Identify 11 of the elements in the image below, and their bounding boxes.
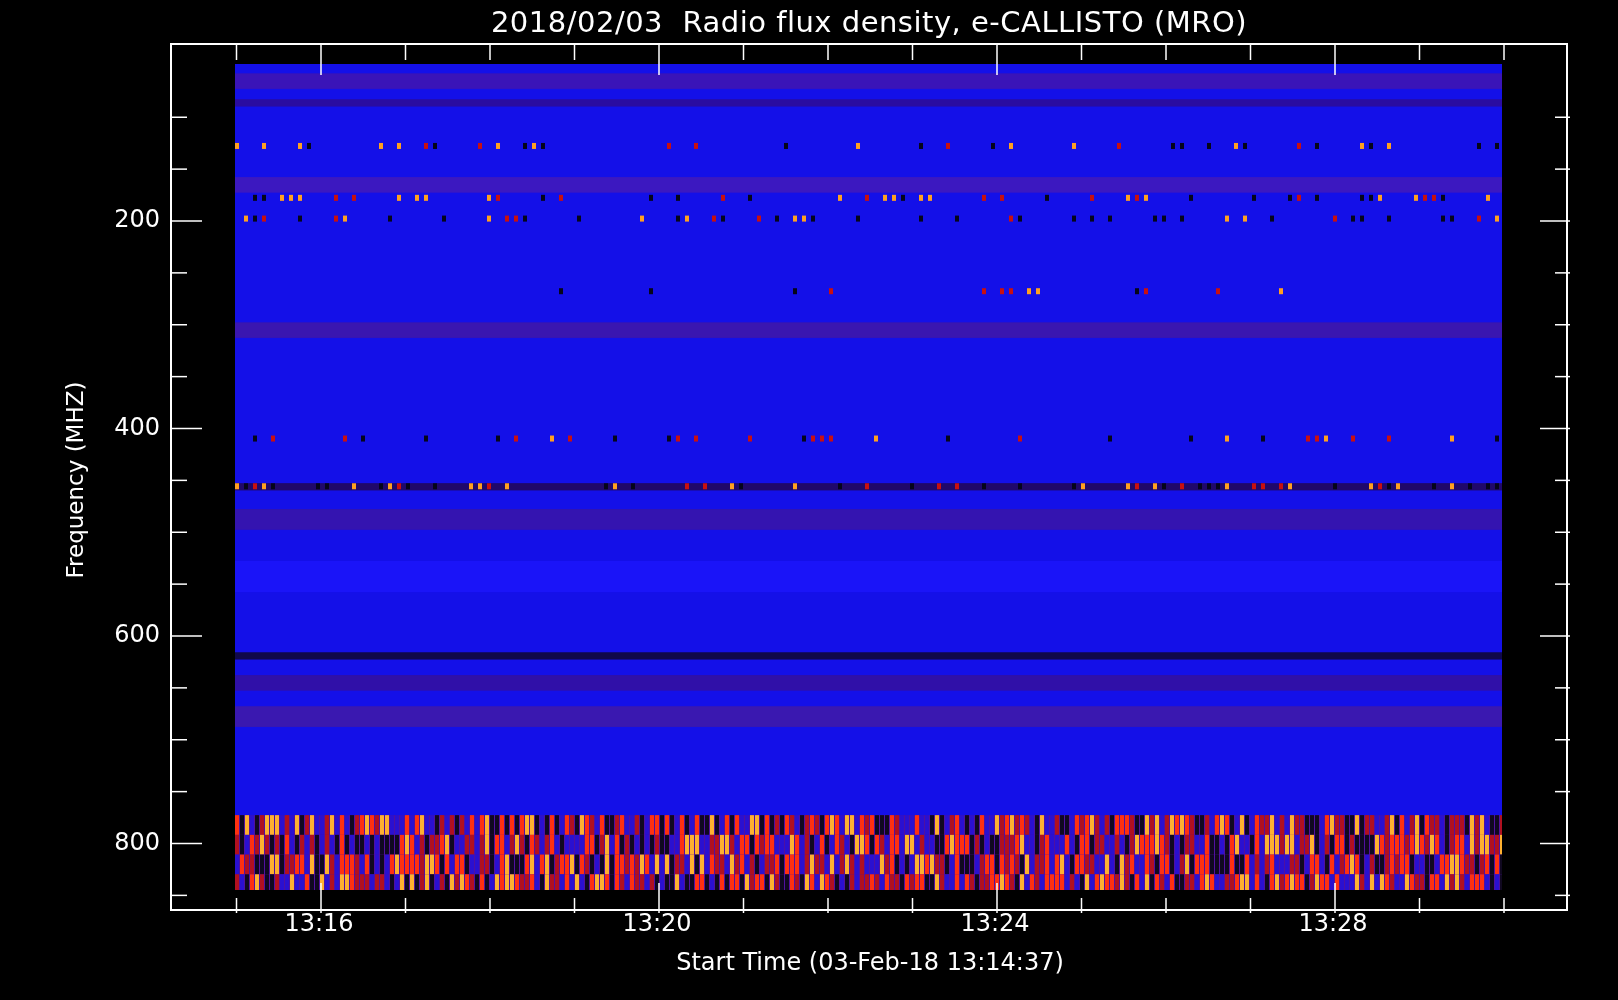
x-tick-label: 13:28 xyxy=(1298,909,1368,937)
y-tick-label: 600 xyxy=(114,620,160,648)
chart-title: 2018/02/03 Radio flux density, e-CALLISTO (MRO) xyxy=(490,4,1248,39)
y-axis-label: Frequency (MHZ) xyxy=(62,381,88,579)
x-axis-label: Start Time (03-Feb-18 13:14:37) xyxy=(676,948,1064,976)
y-tick-label: 400 xyxy=(114,413,160,441)
y-tick-label: 800 xyxy=(114,828,160,856)
x-tick-label: 13:20 xyxy=(622,909,692,937)
x-tick-label: 13:24 xyxy=(960,909,1030,937)
y-tick-label: 200 xyxy=(114,205,160,233)
x-tick-label: 13:16 xyxy=(284,909,354,937)
